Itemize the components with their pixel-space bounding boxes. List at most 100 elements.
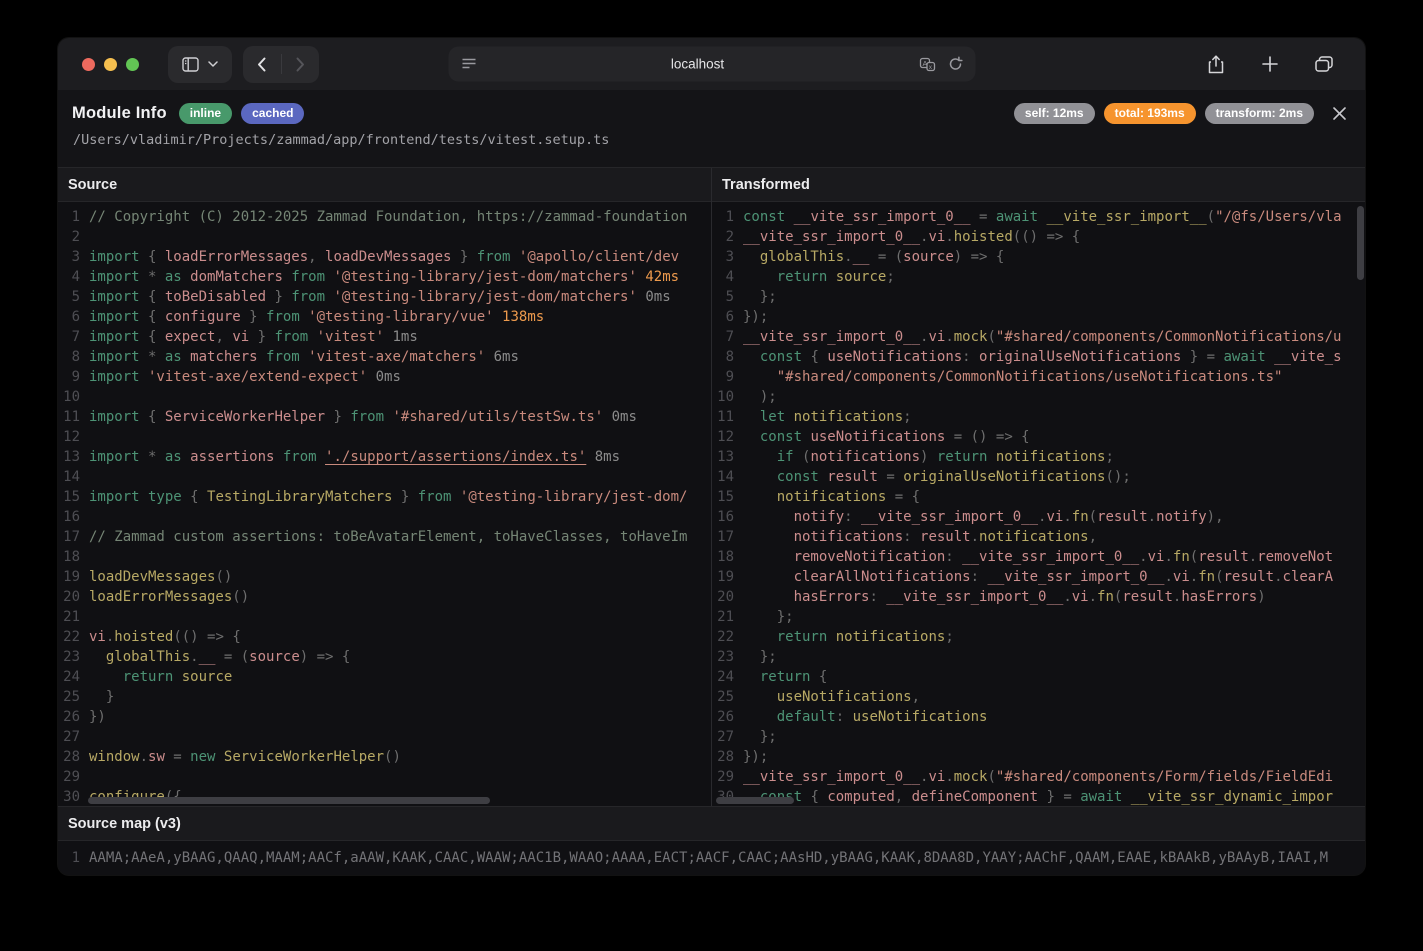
code-token: expect bbox=[165, 329, 216, 345]
code-text: __vite_ssr_import_0__.vi.mock("#shared/c… bbox=[743, 327, 1365, 347]
code-token: 0ms bbox=[367, 369, 401, 385]
code-token: fn bbox=[1097, 589, 1114, 605]
code-line: 21 bbox=[58, 607, 711, 627]
code-token: __ bbox=[853, 249, 870, 265]
share-button[interactable] bbox=[1201, 49, 1231, 79]
transformed-panel: Transformed 1const __vite_ssr_import_0__… bbox=[712, 168, 1365, 806]
code-line: 9import 'vitest-axe/extend-expect' 0ms bbox=[58, 367, 711, 387]
code-token: as bbox=[165, 349, 182, 365]
vertical-scrollbar[interactable] bbox=[1357, 206, 1364, 280]
code-text bbox=[89, 727, 711, 747]
code-text: }; bbox=[743, 607, 1365, 627]
line-number: 22 bbox=[712, 627, 743, 647]
module-file-path: /Users/vladimir/Projects/zammad/app/fron… bbox=[73, 132, 1347, 148]
line-number: 13 bbox=[712, 447, 743, 467]
code-token: 138ms bbox=[494, 309, 545, 325]
code-token: notifications bbox=[987, 449, 1105, 465]
reader-icon[interactable] bbox=[461, 58, 476, 71]
code-token bbox=[743, 529, 794, 545]
transformed-code[interactable]: 1const __vite_ssr_import_0__ = await __v… bbox=[712, 202, 1365, 806]
translate-icon[interactable]: Ax bbox=[919, 57, 935, 71]
line-number: 10 bbox=[58, 387, 89, 407]
reload-icon[interactable] bbox=[948, 57, 962, 72]
new-tab-button[interactable] bbox=[1255, 49, 1285, 79]
forward-button[interactable] bbox=[282, 46, 320, 83]
code-line: 21 }; bbox=[712, 607, 1365, 627]
zoom-window-button[interactable] bbox=[126, 58, 139, 71]
window-controls bbox=[82, 58, 139, 71]
code-token: : bbox=[971, 569, 988, 585]
code-line: 18 removeNotification: __vite_ssr_import… bbox=[712, 547, 1365, 567]
code-text: return source bbox=[89, 667, 711, 687]
code-token: originalUseNotifications bbox=[903, 469, 1105, 485]
code-token: "#shared/components/CommonNotifications/… bbox=[996, 329, 1342, 345]
line-number: 11 bbox=[58, 407, 89, 427]
close-window-button[interactable] bbox=[82, 58, 95, 71]
page-title: Module Info bbox=[72, 104, 167, 123]
code-token: ; bbox=[945, 629, 953, 645]
code-token: = bbox=[878, 469, 903, 485]
code-token: . bbox=[1190, 569, 1198, 585]
code-token: '#shared/utils/testSw.ts' bbox=[384, 409, 603, 425]
line-number: 20 bbox=[712, 587, 743, 607]
url-text[interactable]: localhost bbox=[476, 57, 919, 72]
code-text: }; bbox=[743, 727, 1365, 747]
minimize-window-button[interactable] bbox=[104, 58, 117, 71]
code-text: }; bbox=[743, 287, 1365, 307]
code-token: 'vitest-axe/extend-expect' bbox=[140, 369, 368, 385]
code-token: 0ms bbox=[603, 409, 637, 425]
code-text bbox=[89, 427, 711, 447]
code-token: = bbox=[165, 749, 190, 765]
code-token: { bbox=[182, 489, 207, 505]
code-token: = ( bbox=[869, 249, 903, 265]
code-token: vi bbox=[232, 329, 249, 345]
close-button[interactable] bbox=[1332, 106, 1347, 121]
code-token: vi bbox=[1148, 549, 1165, 565]
code-line: 6}); bbox=[712, 307, 1365, 327]
code-token: }); bbox=[743, 749, 768, 765]
code-token: } bbox=[241, 309, 266, 325]
code-line: 28window.sw = new ServiceWorkerHelper() bbox=[58, 747, 711, 767]
code-token: ( bbox=[987, 329, 995, 345]
horizontal-scrollbar[interactable] bbox=[88, 797, 490, 804]
code-token: { bbox=[140, 409, 165, 425]
code-text bbox=[89, 387, 711, 407]
code-token: useNotifications bbox=[802, 429, 945, 445]
code-line: 20loadErrorMessages() bbox=[58, 587, 711, 607]
address-bar[interactable]: localhost Ax bbox=[448, 47, 975, 82]
code-token: loadDevMessages bbox=[325, 249, 451, 265]
back-button[interactable] bbox=[243, 46, 281, 83]
toolbar-right-actions bbox=[1201, 49, 1339, 79]
code-text bbox=[89, 767, 711, 787]
code-token: notifications bbox=[794, 529, 904, 545]
import-link[interactable]: './support/assertions/index.ts' bbox=[325, 449, 586, 465]
browser-titlebar: localhost Ax bbox=[58, 38, 1365, 90]
code-token: fn bbox=[1173, 549, 1190, 565]
line-number: 27 bbox=[712, 727, 743, 747]
code-token: return bbox=[777, 269, 828, 285]
code-token: __vite_ssr_import_0__ bbox=[886, 589, 1063, 605]
line-number: 22 bbox=[58, 627, 89, 647]
horizontal-scrollbar[interactable] bbox=[716, 797, 794, 804]
code-line: 13import * as assertions from './support… bbox=[58, 447, 711, 467]
code-token: result bbox=[1224, 569, 1275, 585]
line-number: 27 bbox=[58, 727, 89, 747]
code-token: from bbox=[274, 329, 308, 345]
code-text: }) bbox=[89, 707, 711, 727]
code-token: { bbox=[810, 669, 827, 685]
code-token: , bbox=[895, 789, 912, 805]
code-token: useNotifications bbox=[853, 709, 988, 725]
code-line: 23 globalThis.__ = (source) => { bbox=[58, 647, 711, 667]
code-token: ( bbox=[1207, 209, 1215, 225]
line-number: 15 bbox=[712, 487, 743, 507]
code-token: (); bbox=[1105, 469, 1130, 485]
source-code[interactable]: 1// Copyright (C) 2012-2025 Zammad Found… bbox=[58, 202, 711, 806]
code-token bbox=[743, 409, 760, 425]
code-token: ; bbox=[1105, 449, 1113, 465]
module-info-header: Module Info inlinecached self: 12mstotal… bbox=[58, 90, 1365, 167]
sidebar-toggle-button[interactable] bbox=[168, 46, 232, 83]
source-panel-header: Source bbox=[58, 168, 711, 202]
code-token: TestingLibraryMatchers bbox=[207, 489, 392, 505]
tabs-overview-button[interactable] bbox=[1309, 49, 1339, 79]
code-token: . bbox=[190, 649, 198, 665]
